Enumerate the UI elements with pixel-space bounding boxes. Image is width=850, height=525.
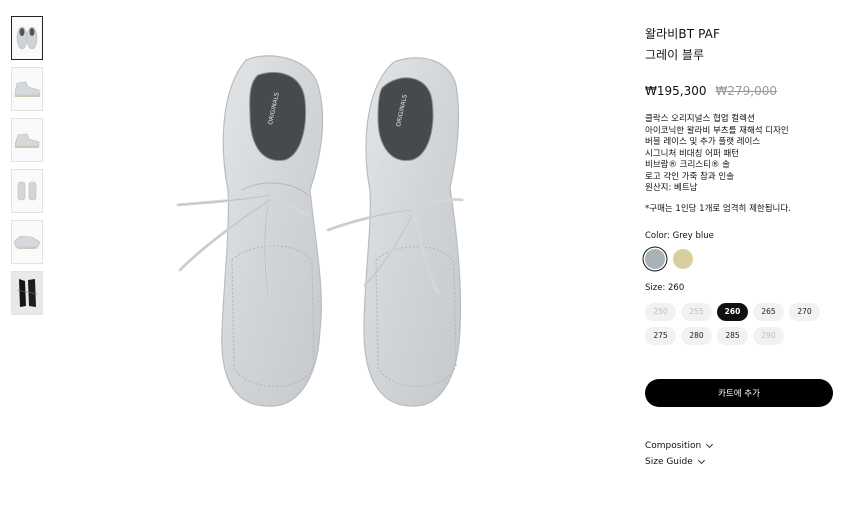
size-option-260[interactable]: 260 [717, 302, 748, 321]
product-name: 왈라비BT PAF [645, 27, 720, 41]
size-option-255[interactable]: 255 [681, 302, 712, 321]
shoe-back-icon [17, 181, 37, 201]
description-line: 시그니처 비대칭 어퍼 패턴 [645, 148, 740, 159]
product-variant: 그레이 블루 [645, 48, 705, 62]
accordion-size-guide[interactable]: Size Guide [645, 456, 840, 467]
shoe-angle-icon [14, 133, 40, 148]
size-options: 250 255 260 265 270 275 280 285 290 [645, 302, 835, 345]
accordion-label: Composition [645, 440, 702, 451]
thumbnail-side[interactable] [11, 67, 43, 111]
shoe-sole-icon [13, 235, 41, 249]
size-option-275[interactable]: 275 [645, 326, 676, 345]
price-row: ₩195,300 ₩279,000 [645, 84, 840, 98]
original-price: ₩279,000 [715, 84, 778, 98]
thumbnail-side-angle[interactable] [11, 118, 43, 162]
color-swatches [645, 248, 840, 269]
shoe-black-icon [16, 279, 38, 307]
thumbnail-sole-angle[interactable] [11, 220, 43, 264]
size-label: Size: 260 [645, 282, 685, 293]
swatch-sand[interactable] [673, 248, 693, 269]
description-line: 비브람® 크리스티® 솔 [645, 160, 730, 170]
size-option-290[interactable]: 290 [753, 326, 784, 345]
shoe-pair-illustration: ORIGINALS ORIGINALS [176, 55, 464, 407]
size-option-265[interactable]: 265 [753, 302, 784, 321]
chevron-down-icon [697, 456, 705, 464]
description-line: 클락스 오리지널스 협업 컬렉션 [645, 114, 755, 124]
size-option-270[interactable]: 270 [789, 302, 820, 321]
shoe-pair-icon [16, 26, 38, 50]
accordion-label: Size Guide [645, 456, 693, 467]
thumbnail-back-pair[interactable] [11, 169, 43, 213]
thumbnail-gallery [11, 16, 45, 322]
product-info-panel: 왈라비BT PAF 그레이 블루 ₩195,300 ₩279,000 클락스 오… [645, 24, 840, 467]
thumbnail-top-pair[interactable] [11, 16, 43, 60]
sale-price: ₩195,300 [645, 84, 707, 98]
thumbnail-black-pair[interactable] [11, 271, 43, 315]
size-option-250[interactable]: 250 [645, 302, 676, 321]
size-option-285[interactable]: 285 [717, 326, 748, 345]
description-line: 원산지: 베트남 [645, 183, 698, 193]
description-line: 아이코닉한 왈라비 부츠를 재해석 디자인 [645, 125, 789, 136]
product-main-image[interactable]: ORIGINALS ORIGINALS [150, 30, 570, 440]
description-line: 버블 레이스 및 추가 플랫 레이스 [645, 137, 761, 147]
chevron-down-icon [706, 440, 714, 448]
accordion-composition[interactable]: Composition [645, 440, 840, 451]
shoe-side-icon [14, 81, 41, 97]
product-description: 클락스 오리지널스 협업 컬렉션 아이코닉한 왈라비 부츠를 재해석 디자인 버… [645, 114, 840, 195]
description-line: 로고 각인 가죽 참과 인솔 [645, 171, 735, 182]
size-option-280[interactable]: 280 [681, 326, 712, 345]
add-to-cart-button[interactable]: 카트에 추가 [645, 378, 833, 407]
swatch-grey-blue[interactable] [645, 248, 665, 269]
color-label: Color: Grey blue [645, 230, 714, 241]
purchase-limit-note: *구매는 1인당 1개로 엄격히 제한됩니다. [645, 203, 791, 214]
